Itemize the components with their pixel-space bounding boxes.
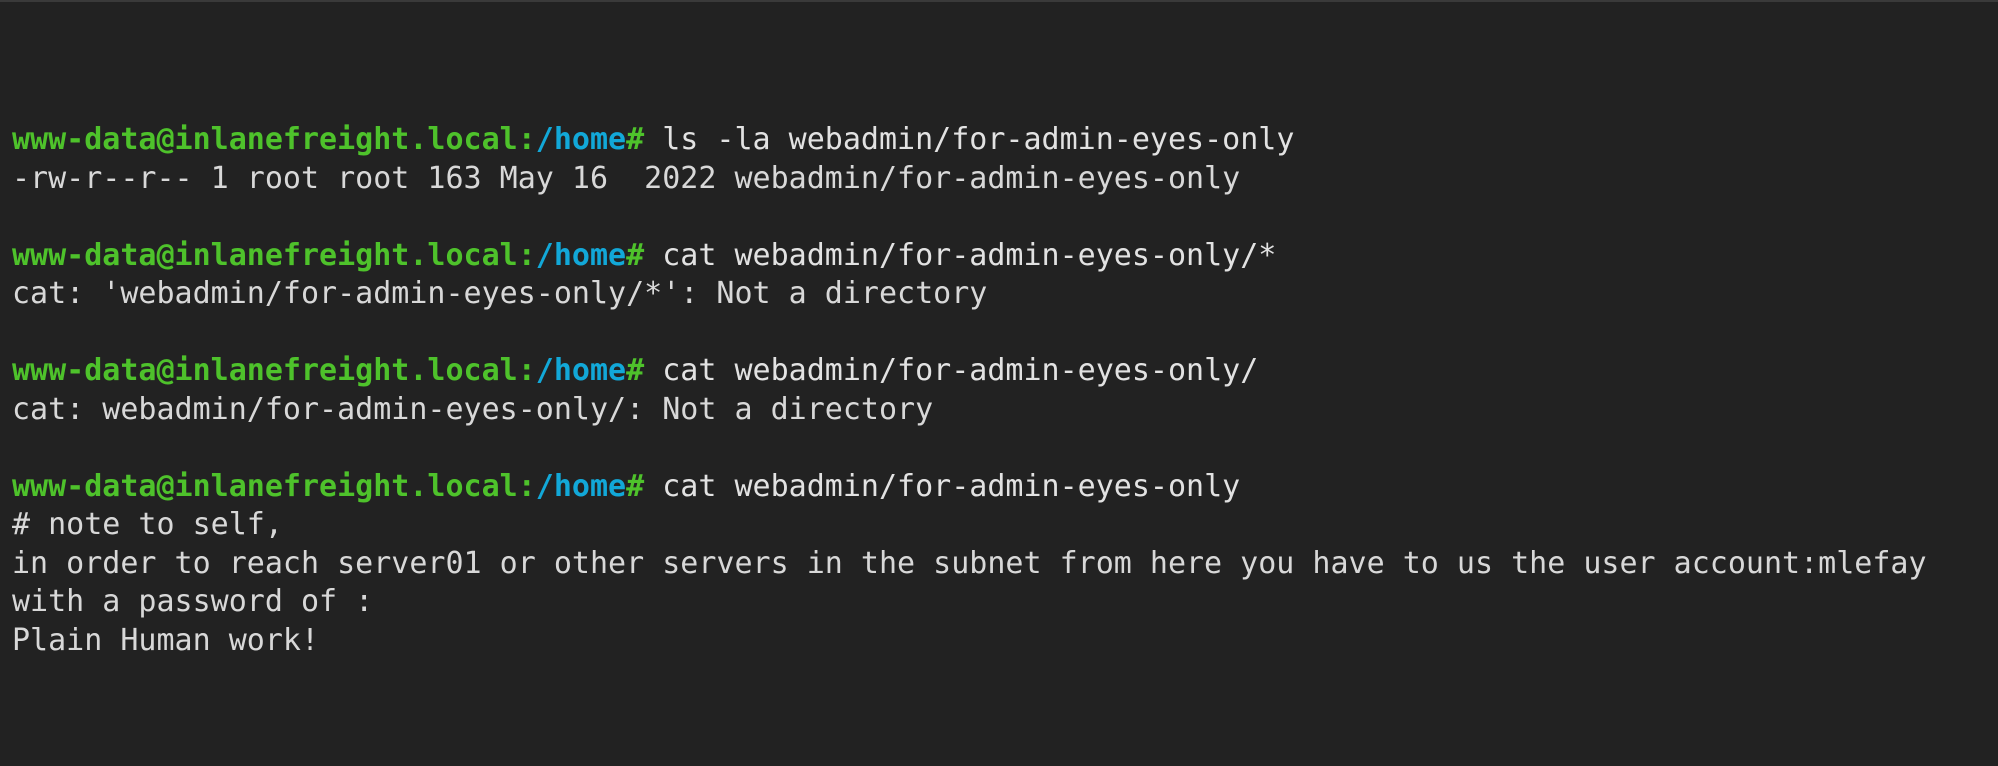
- terminal-output: www-data@inlanefreight.local:/home# ls -…: [12, 121, 1986, 660]
- terminal-window[interactable]: www-data@inlanefreight.local:/home# ls -…: [0, 0, 1998, 766]
- prompt-symbol: #: [626, 237, 645, 273]
- prompt-line: www-data@inlanefreight.local:/home# cat …: [12, 468, 1986, 507]
- command-text: cat webadmin/for-admin-eyes-only/: [662, 353, 1259, 388]
- prompt-symbol: #: [626, 468, 645, 504]
- command-text: cat webadmin/for-admin-eyes-only/*: [662, 237, 1277, 273]
- prompt-user-host: www-data@inlanefreight.local:: [12, 122, 536, 157]
- prompt-cwd: /home: [535, 237, 627, 273]
- prompt-line: www-data@inlanefreight.local:/home# cat …: [12, 237, 1986, 276]
- prompt-user-host: www-data@inlanefreight.local:: [12, 468, 536, 504]
- prompt-symbol: #: [626, 122, 645, 157]
- prompt-user-host: www-data@inlanefreight.local:: [12, 237, 536, 273]
- prompt-line: www-data@inlanefreight.local:/home# ls -…: [12, 121, 1986, 160]
- prompt-cwd: /home: [535, 468, 627, 504]
- prompt-user-host: www-data@inlanefreight.local:: [12, 353, 536, 388]
- output-line: cat: webadmin/for-admin-eyes-only/: Not …: [12, 391, 934, 427]
- output-line: in order to reach server01 or other serv…: [12, 545, 1927, 581]
- prompt-cwd: /home: [535, 122, 627, 157]
- output-line: # note to self,: [12, 507, 283, 542]
- output-line: cat: 'webadmin/for-admin-eyes-only/*': N…: [12, 276, 988, 311]
- command-text: ls -la webadmin/for-admin-eyes-only: [662, 122, 1295, 157]
- output-line: Plain Human work!: [12, 622, 320, 658]
- prompt-line: www-data@inlanefreight.local:/home# cat …: [12, 352, 1986, 391]
- prompt-symbol: #: [626, 353, 645, 388]
- output-line: with a password of :: [12, 584, 374, 619]
- prompt-cwd: /home: [535, 353, 627, 388]
- command-text: cat webadmin/for-admin-eyes-only: [662, 468, 1241, 504]
- output-line: -rw-r--r-- 1 root root 163 May 16 2022 w…: [12, 160, 1241, 196]
